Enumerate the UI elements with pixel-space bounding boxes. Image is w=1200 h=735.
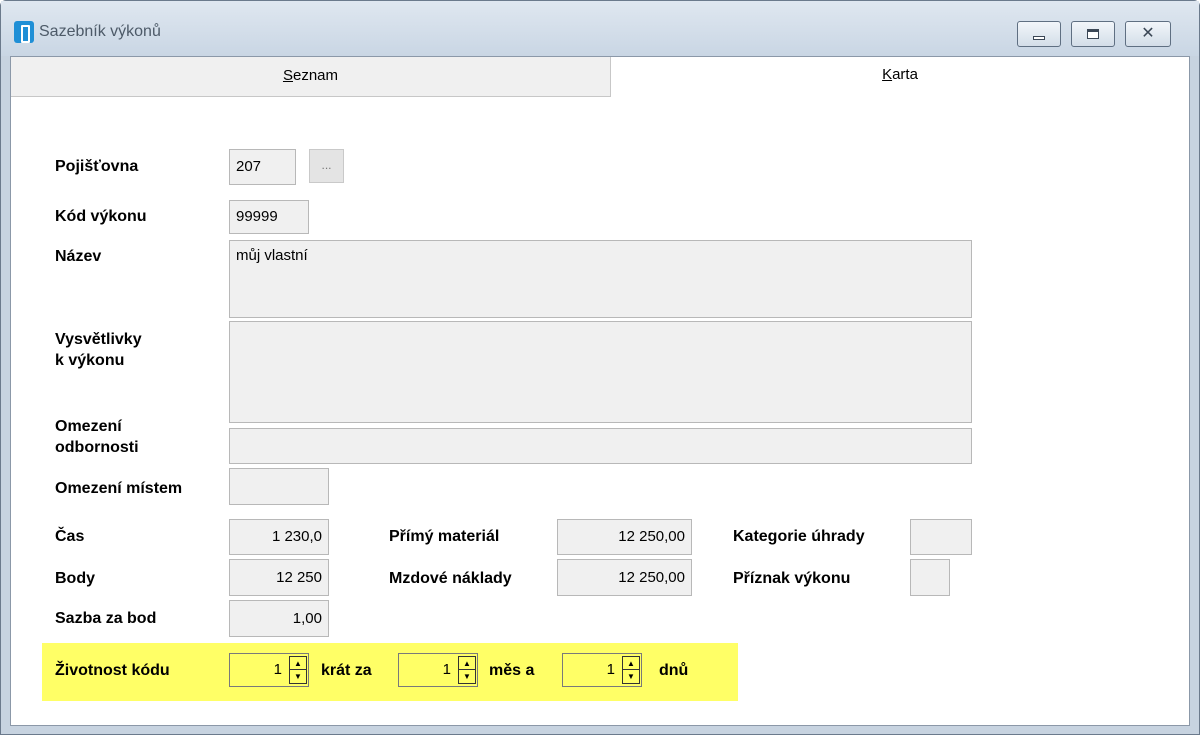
tab-seznam[interactable]: Seznam xyxy=(11,57,611,97)
tab-seznam-accel: S xyxy=(282,67,293,84)
label-omezeni-odbornosti: Omezení odbornosti xyxy=(55,416,139,458)
mzdove-naklady-field[interactable]: 12 250,00 xyxy=(557,559,692,596)
pojistovna-field[interactable]: 207 xyxy=(229,149,296,185)
kod-vykonu-field[interactable]: 99999 xyxy=(229,200,309,234)
label-vysvetlivky-line2: k výkonu xyxy=(55,352,125,369)
spin-arrows-icon[interactable]: ▲ ▼ xyxy=(289,656,307,684)
minimize-button[interactable] xyxy=(1017,21,1061,47)
label-mes-a: měs a xyxy=(489,662,535,679)
zivotnost-dny-stepper[interactable]: 1 ▲ ▼ xyxy=(562,653,642,687)
body-field[interactable]: 12 250 xyxy=(229,559,329,596)
label-pojistovna: Pojišťovna xyxy=(55,158,139,175)
title-bar[interactable]: Sazebník výkonů ✕ xyxy=(1,1,1199,56)
label-sazba-za-bod: Sazba za bod xyxy=(55,610,157,627)
nazev-field[interactable]: můj vlastní xyxy=(229,240,972,318)
label-zivotnost-kodu: Životnost kódu xyxy=(55,662,170,679)
label-primy-material: Přímý materiál xyxy=(389,528,500,545)
kategorie-uhrady-field[interactable] xyxy=(910,519,972,555)
app-window: Sazebník výkonů ✕ Seznam Karta Pojišťovn… xyxy=(0,0,1200,735)
spin-up-icon[interactable]: ▲ xyxy=(623,657,639,670)
vysvetlivky-field[interactable] xyxy=(229,321,972,423)
label-priznak-vykonu: Příznak výkonu xyxy=(733,570,851,587)
spin-arrows-icon[interactable]: ▲ ▼ xyxy=(458,656,476,684)
spin-up-icon[interactable]: ▲ xyxy=(459,657,475,670)
label-nazev: Název xyxy=(55,248,102,265)
label-kategorie-uhrady: Kategorie úhrady xyxy=(733,528,865,545)
close-icon: ✕ xyxy=(1141,25,1155,42)
zivotnost-dny-value[interactable]: 1 xyxy=(563,654,621,686)
zivotnost-count-value[interactable]: 1 xyxy=(230,654,288,686)
label-mzdove-naklady: Mzdové náklady xyxy=(389,570,512,587)
label-cas: Čas xyxy=(55,528,85,545)
spin-arrows-icon[interactable]: ▲ ▼ xyxy=(622,656,640,684)
zivotnost-mesice-value[interactable]: 1 xyxy=(399,654,457,686)
label-body: Body xyxy=(55,570,95,587)
label-dnu: dnů xyxy=(659,662,689,679)
tab-seznam-label: eznam xyxy=(292,67,339,84)
label-krat-za: krát za xyxy=(321,662,372,679)
primy-material-field[interactable]: 12 250,00 xyxy=(557,519,692,555)
label-kod-vykonu: Kód výkonu xyxy=(55,208,147,225)
spin-down-icon[interactable]: ▼ xyxy=(290,670,306,683)
label-omezeni-mistem: Omezení místem xyxy=(55,480,183,497)
maximize-icon xyxy=(1087,29,1099,39)
tab-karta-label: arta xyxy=(892,66,918,83)
label-omezeni-odbornosti-line1: Omezení xyxy=(55,418,122,435)
zivotnost-count-stepper[interactable]: 1 ▲ ▼ xyxy=(229,653,309,687)
sazba-za-bod-field[interactable]: 1,00 xyxy=(229,600,329,637)
spin-down-icon[interactable]: ▼ xyxy=(459,670,475,683)
label-vysvetlivky: Vysvětlivky k výkonu xyxy=(55,329,142,371)
zivotnost-mesice-stepper[interactable]: 1 ▲ ▼ xyxy=(398,653,478,687)
client-area: Seznam Karta Pojišťovna 207 ... Kód výko… xyxy=(10,56,1190,726)
window-title: Sazebník výkonů xyxy=(39,23,161,40)
omezeni-odbornosti-field[interactable] xyxy=(229,428,972,464)
tab-karta[interactable]: Karta xyxy=(611,57,1189,93)
minimize-icon xyxy=(1033,36,1045,40)
spin-up-icon[interactable]: ▲ xyxy=(290,657,306,670)
label-vysvetlivky-line1: Vysvětlivky xyxy=(55,331,142,348)
cas-field[interactable]: 1 230,0 xyxy=(229,519,329,555)
spin-down-icon[interactable]: ▼ xyxy=(623,670,639,683)
close-button[interactable]: ✕ xyxy=(1125,21,1171,47)
maximize-button[interactable] xyxy=(1071,21,1115,47)
tab-karta-accel: K xyxy=(882,66,893,83)
label-omezeni-odbornosti-line2: odbornosti xyxy=(55,439,139,456)
pojistovna-browse-button[interactable]: ... xyxy=(309,149,344,183)
app-icon xyxy=(14,21,34,43)
omezeni-mistem-field[interactable] xyxy=(229,468,329,505)
priznak-vykonu-field[interactable] xyxy=(910,559,950,596)
